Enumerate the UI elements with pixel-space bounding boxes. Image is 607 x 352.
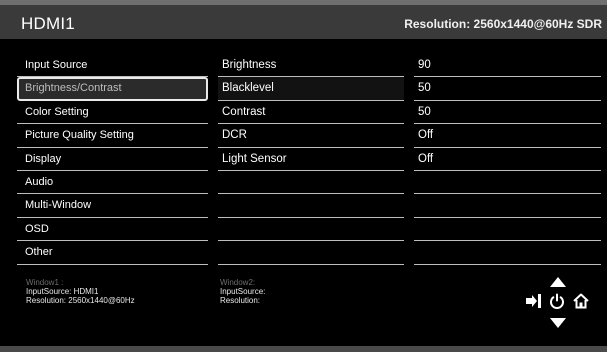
up-arrow-icon[interactable] (550, 277, 566, 287)
setting-value-blacklevel: 50 (414, 77, 601, 101)
down-arrow-icon[interactable] (550, 318, 566, 328)
settings-values: 90 50 50 Off Off (414, 54, 601, 265)
settings-labels: Brightness Blacklevel Contrast DCR Light… (218, 54, 404, 265)
menu-item-audio[interactable]: Audio (17, 171, 208, 195)
window1-input-source: InputSource: HDMI1 (26, 287, 99, 296)
window1-info: Window1 : InputSource: HDMI1 Resolution:… (26, 278, 135, 305)
setting-value-empty (414, 218, 601, 242)
setting-label-light-sensor[interactable]: Light Sensor (218, 148, 404, 171)
resolution-status: Resolution: 2560x1440@60Hz SDR (404, 17, 602, 31)
setting-label-empty (218, 241, 404, 265)
window2-title: Window2: (220, 278, 256, 287)
menu-item-display[interactable]: Display (17, 148, 208, 171)
window1-title: Window1 : (26, 278, 64, 287)
setting-value-empty (414, 241, 601, 265)
setting-label-contrast[interactable]: Contrast (218, 101, 404, 125)
bottom-border (0, 346, 607, 352)
setting-label-dcr[interactable]: DCR (218, 124, 404, 148)
menu-item-multi-window[interactable]: Multi-Window (17, 194, 208, 218)
setting-value-empty (414, 171, 601, 195)
window2-info: Window2: InputSource: Resolution: (220, 278, 265, 305)
setting-value-light-sensor: Off (414, 148, 601, 171)
window2-input-source: InputSource: (220, 287, 266, 296)
menu-item-brightness-contrast[interactable]: Brightness/Contrast (17, 77, 208, 101)
menu-item-osd[interactable]: OSD (17, 218, 208, 242)
setting-value-brightness: 90 (414, 54, 601, 78)
setting-value-empty (414, 194, 601, 218)
menu-item-picture-quality-setting[interactable]: Picture Quality Setting (17, 124, 208, 148)
window2-resolution: Resolution: (220, 296, 261, 305)
setting-label-empty (218, 171, 404, 195)
menu-item-input-source[interactable]: Input Source (17, 54, 208, 78)
window1-resolution: Resolution: 2560x1440@60Hz (26, 296, 135, 305)
exit-icon[interactable] (526, 293, 542, 309)
setting-label-empty (218, 218, 404, 242)
setting-label-blacklevel[interactable]: Blacklevel (218, 77, 404, 101)
home-icon[interactable] (573, 293, 589, 309)
menu-item-other[interactable]: Other (17, 241, 208, 265)
power-icon[interactable] (549, 293, 565, 309)
setting-value-contrast: 50 (414, 101, 601, 125)
osd-header: HDMI1 Resolution: 2560x1440@60Hz SDR (0, 5, 607, 39)
main-menu: Input Source Brightness/Contrast Color S… (17, 54, 208, 265)
input-title: HDMI1 (21, 14, 75, 33)
menu-item-color-setting[interactable]: Color Setting (17, 101, 208, 125)
setting-label-brightness[interactable]: Brightness (218, 54, 404, 78)
setting-label-empty (218, 194, 404, 218)
setting-value-dcr: Off (414, 124, 601, 148)
